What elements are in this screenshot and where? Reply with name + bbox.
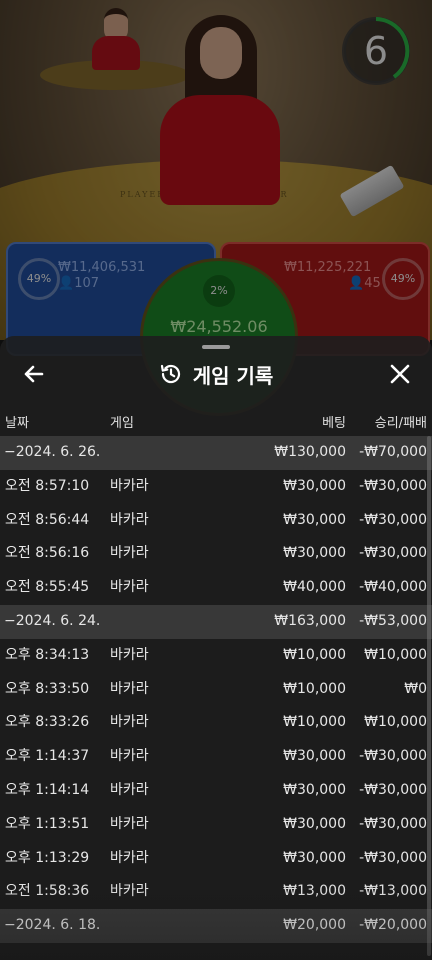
row-bet: ₩10,000 — [283, 714, 346, 731]
row-time: 오후 8:34:13 — [5, 646, 90, 663]
game-history-sheet: 게임 기록 날짜 게임 베팅 승리/패배 −2024. 6. 26. ₩130,0… — [0, 336, 432, 960]
history-row: 오후 1:14:37 바카라 ₩30,000 -₩30,000 — [0, 740, 432, 774]
date-group-row[interactable]: −2024. 6. 18. ₩20,000 -₩20,000 — [0, 909, 432, 943]
row-time: −2024. 6. 26. — [4, 444, 101, 460]
row-game: 바카라 — [110, 680, 149, 697]
row-game: 바카라 — [110, 511, 149, 528]
row-result: -₩20,000 — [359, 917, 427, 934]
row-game: 바카라 — [110, 883, 149, 900]
row-time: 오후 1:13:29 — [5, 849, 90, 866]
row-game: 바카라 — [110, 579, 149, 596]
row-result: -₩13,000 — [359, 883, 427, 900]
row-bet: ₩13,000 — [283, 883, 346, 900]
row-bet: ₩30,000 — [283, 511, 346, 528]
column-header-result: 승리/패배 — [374, 416, 427, 431]
history-row: 오전 1:58:36 바카라 ₩13,000 -₩13,000 — [0, 875, 432, 909]
row-game: 바카라 — [110, 815, 149, 832]
row-time: 오후 1:14:14 — [5, 781, 90, 798]
history-row: 오전 8:57:10 바카라 ₩30,000 -₩30,000 — [0, 470, 432, 504]
column-header-game: 게임 — [110, 416, 134, 431]
row-bet: ₩30,000 — [283, 477, 346, 494]
row-time: −2024. 6. 24. — [4, 612, 101, 629]
row-bet: ₩10,000 — [283, 646, 346, 663]
row-time: 오전 8:57:10 — [5, 477, 90, 494]
arrow-left-icon — [24, 365, 44, 383]
row-result: ₩10,000 — [364, 714, 427, 731]
row-bet: ₩30,000 — [283, 815, 346, 832]
row-game: 바카라 — [110, 646, 149, 663]
close-icon — [390, 364, 410, 384]
scrollbar[interactable] — [427, 436, 431, 956]
row-time: 오전 1:58:36 — [5, 883, 90, 900]
column-header-date: 날짜 — [5, 416, 29, 431]
history-list[interactable]: −2024. 6. 26. ₩130,000 -₩70,000 오전 8:57:10 바… — [0, 436, 432, 943]
history-row: 오전 8:55:45 바카라 ₩40,000 -₩40,000 — [0, 571, 432, 605]
column-header-bet: 베팅 — [322, 416, 346, 431]
row-result: -₩30,000 — [359, 477, 427, 494]
row-result: -₩30,000 — [359, 815, 427, 832]
row-time: 오후 1:13:51 — [5, 815, 90, 832]
history-row: 오후 8:34:13 바카라 ₩10,000 ₩10,000 — [0, 639, 432, 673]
row-bet: ₩30,000 — [283, 849, 346, 866]
row-bet: ₩40,000 — [283, 579, 346, 596]
row-bet: ₩130,000 — [274, 444, 346, 460]
row-time: 오전 8:56:44 — [5, 511, 90, 528]
row-result: -₩30,000 — [359, 511, 427, 528]
row-bet: ₩20,000 — [283, 917, 346, 934]
close-button[interactable] — [384, 358, 416, 390]
history-row: 오후 1:13:51 바카라 ₩30,000 -₩30,000 — [0, 808, 432, 842]
history-row: 오전 8:56:44 바카라 ₩30,000 -₩30,000 — [0, 504, 432, 538]
row-time: 오후 1:14:37 — [5, 748, 90, 765]
history-row: 오후 8:33:26 바카라 ₩10,000 ₩10,000 — [0, 706, 432, 740]
row-bet: ₩163,000 — [274, 612, 346, 629]
history-row: 오후 1:14:14 바카라 ₩30,000 -₩30,000 — [0, 774, 432, 808]
row-game: 바카라 — [110, 477, 149, 494]
row-result: -₩30,000 — [359, 748, 427, 765]
sheet-header: 게임 기록 — [0, 352, 432, 396]
history-row: 오전 8:56:16 바카라 ₩30,000 -₩30,000 — [0, 537, 432, 571]
row-result: ₩10,000 — [364, 646, 427, 663]
row-bet: ₩10,000 — [283, 680, 346, 697]
row-result: -₩53,000 — [359, 612, 427, 629]
row-time: 오전 8:55:45 — [5, 579, 90, 596]
row-game: 바카라 — [110, 714, 149, 731]
row-time: −2024. 6. 18. — [4, 917, 101, 934]
history-row: 오후 8:33:50 바카라 ₩10,000 ₩0 — [0, 673, 432, 707]
row-result: -₩30,000 — [359, 781, 427, 798]
row-game: 바카라 — [110, 849, 149, 866]
row-time: 오전 8:56:16 — [5, 545, 90, 562]
row-result: -₩40,000 — [359, 579, 427, 596]
history-row: 오후 1:13:29 바카라 ₩30,000 -₩30,000 — [0, 842, 432, 876]
row-game: 바카라 — [110, 781, 149, 798]
date-group-row[interactable]: −2024. 6. 24. ₩163,000 -₩53,000 — [0, 604, 432, 639]
date-group-row[interactable]: −2024. 6. 26. ₩130,000 -₩70,000 — [0, 436, 432, 470]
row-game: 바카라 — [110, 545, 149, 562]
sheet-title: 게임 기록 — [192, 363, 274, 388]
history-clock-icon — [160, 364, 180, 384]
row-result: ₩0 — [404, 680, 427, 697]
row-bet: ₩30,000 — [283, 748, 346, 765]
row-result: -₩30,000 — [359, 849, 427, 866]
row-bet: ₩30,000 — [283, 781, 346, 798]
row-game: 바카라 — [110, 748, 149, 765]
sheet-drag-handle[interactable] — [202, 345, 230, 349]
row-result: -₩30,000 — [359, 545, 427, 562]
back-button[interactable] — [18, 358, 50, 390]
row-bet: ₩30,000 — [283, 545, 346, 562]
row-result: -₩70,000 — [359, 444, 427, 460]
row-time: 오후 8:33:26 — [5, 714, 90, 731]
row-time: 오후 8:33:50 — [5, 680, 90, 697]
